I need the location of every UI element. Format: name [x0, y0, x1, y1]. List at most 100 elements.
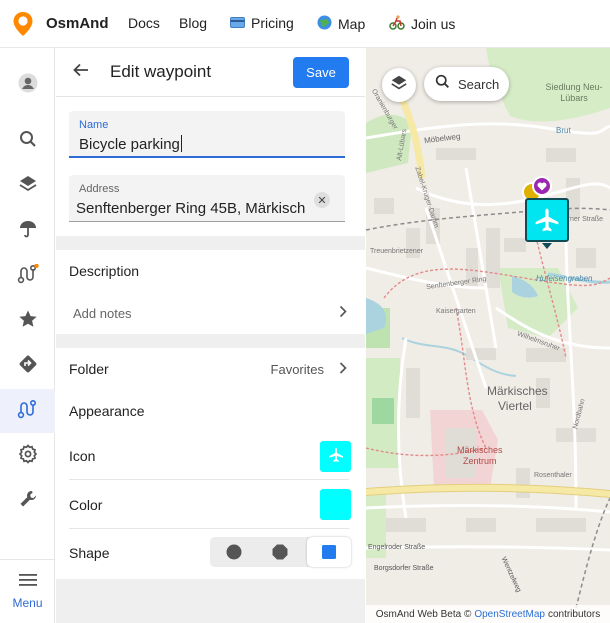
arrow-left-icon	[73, 63, 89, 82]
route-icon	[17, 263, 39, 289]
rail-favorites[interactable]	[0, 299, 55, 343]
search-icon	[435, 74, 450, 94]
map-view[interactable]: Siedlung Neu-Lübars Möbelweg Brut Hufeis…	[366, 48, 610, 623]
tools-wrench-icon	[18, 489, 38, 514]
brand-name: OsmAnd	[46, 15, 109, 32]
nav-link-blog[interactable]: Blog	[179, 15, 207, 31]
left-rail: Menu	[0, 48, 55, 623]
marker-pointer-icon	[542, 243, 552, 249]
map-label: Engelroder Straße	[368, 544, 426, 551]
map-layers-button[interactable]	[382, 68, 416, 102]
map-label: Treuenbrietzener	[370, 248, 424, 255]
name-field-value: Bicycle parking	[79, 136, 180, 153]
map-label: Zentrum	[463, 456, 497, 466]
shape-option-square[interactable]	[307, 537, 351, 567]
rail-account[interactable]	[0, 63, 55, 107]
description-title: Description	[56, 250, 365, 292]
back-button[interactable]	[66, 57, 96, 87]
rail-routes[interactable]	[0, 254, 55, 298]
name-field-label: Name	[79, 119, 109, 131]
rail-weather[interactable]	[0, 209, 55, 253]
map-label: Siedlung Neu-Lübars	[545, 82, 603, 103]
address-field-value: Senftenberger Ring 45B, Märkisch	[76, 200, 306, 217]
nav-link-map-label: Map	[338, 16, 366, 32]
favorites-star-icon	[18, 309, 38, 334]
map-label: Viertel	[498, 399, 532, 413]
avatar-icon	[18, 73, 38, 98]
appearance-title-text: Appearance	[69, 403, 145, 419]
weather-umbrella-icon	[18, 219, 38, 244]
menu-label: Menu	[12, 596, 43, 610]
shape-row: Shape	[56, 529, 365, 577]
icon-label: Icon	[69, 448, 96, 464]
nav-link-join-us[interactable]: Join us	[389, 15, 455, 33]
navigation-icon	[18, 354, 38, 379]
nav-link-join-us-label: Join us	[411, 16, 456, 32]
map-label: Hufeisengraben	[536, 274, 593, 283]
brand-logo[interactable]: OsmAnd	[12, 11, 120, 37]
cyclist-icon	[389, 15, 405, 33]
selected-waypoint-marker[interactable]	[525, 198, 569, 242]
shape-option-octagon[interactable]	[258, 537, 302, 567]
chevron-right-icon	[339, 361, 347, 377]
edit-waypoint-panel: Edit waypoint Save Name Bicycle parking …	[56, 48, 365, 623]
map-label: Rosenthaler	[534, 472, 572, 479]
map-label: Märkisches	[457, 445, 503, 455]
hamburger-menu-icon	[18, 573, 37, 592]
tracks-icon	[17, 399, 39, 424]
color-row[interactable]: Color	[56, 480, 365, 529]
color-label: Color	[69, 496, 103, 513]
nav-link-docs[interactable]: Docs	[128, 15, 160, 31]
settings-gear-icon	[18, 443, 38, 469]
fields-section: Name Bicycle parking Address Senftenberg…	[56, 97, 365, 236]
credit-card-icon	[230, 15, 245, 31]
folder-value: Favorites	[270, 361, 324, 377]
icon-swatch-button[interactable]	[320, 440, 351, 472]
osmand-logo-icon	[12, 11, 34, 37]
add-notes-label: Add notes	[73, 305, 132, 321]
nav-link-pricing[interactable]: Pricing	[230, 15, 294, 31]
airplane-icon	[328, 447, 344, 466]
rail-settings[interactable]	[0, 434, 55, 478]
color-swatch-button[interactable]	[320, 489, 351, 520]
layers-icon	[390, 74, 408, 97]
nav-link-map[interactable]: Map	[317, 15, 365, 33]
map-label: Borgsdorfer Straße	[374, 565, 434, 572]
circle-shape-icon	[226, 544, 242, 560]
top-nav: OsmAnd Docs Blog Pricing Map Join us	[0, 0, 610, 48]
layers-icon	[18, 174, 38, 199]
description-title-text: Description	[69, 263, 140, 279]
heart-marker-icon[interactable]	[532, 176, 552, 196]
shape-option-circle[interactable]	[212, 537, 256, 567]
airplane-icon	[535, 208, 559, 232]
shape-label: Shape	[69, 545, 110, 561]
map-label: Brut	[556, 126, 571, 135]
name-field[interactable]: Name Bicycle parking	[69, 111, 345, 158]
description-section: Description Add notes	[56, 250, 365, 334]
panel-header: Edit waypoint Save	[56, 48, 365, 97]
address-field[interactable]: Address Senftenberger Ring 45B, Märkisch…	[69, 175, 345, 222]
map-label: Märkisches	[487, 384, 548, 398]
clear-address-button[interactable]: ✕	[314, 192, 330, 208]
openstreetmap-link[interactable]: OpenStreetMap	[474, 609, 545, 620]
search-icon	[19, 130, 37, 153]
folder-row[interactable]: Folder Favorites	[56, 348, 365, 390]
attribution-suffix: contributors	[547, 608, 601, 620]
map-search-button[interactable]: Search	[424, 67, 509, 101]
rail-menu-button[interactable]: Menu	[0, 559, 55, 623]
name-field-value-wrap: Bicycle parking	[79, 135, 182, 153]
shape-selector	[210, 537, 351, 567]
map-label: Kaisergarten	[436, 308, 476, 315]
map-attribution: OsmAnd Web Beta © OpenStreetMap contribu…	[366, 605, 610, 623]
rail-layers[interactable]	[0, 164, 55, 208]
rail-tracks[interactable]	[0, 389, 55, 433]
rail-search[interactable]	[0, 119, 55, 163]
rail-tools[interactable]	[0, 479, 55, 523]
appearance-section: Folder Favorites Appearance Icon Color S…	[56, 348, 365, 579]
rail-navigation[interactable]	[0, 344, 55, 388]
save-button[interactable]: Save	[293, 57, 349, 88]
add-notes-row[interactable]: Add notes	[56, 292, 365, 334]
close-icon: ✕	[317, 194, 327, 207]
chevron-right-icon	[339, 305, 347, 321]
icon-row[interactable]: Icon	[56, 432, 365, 480]
